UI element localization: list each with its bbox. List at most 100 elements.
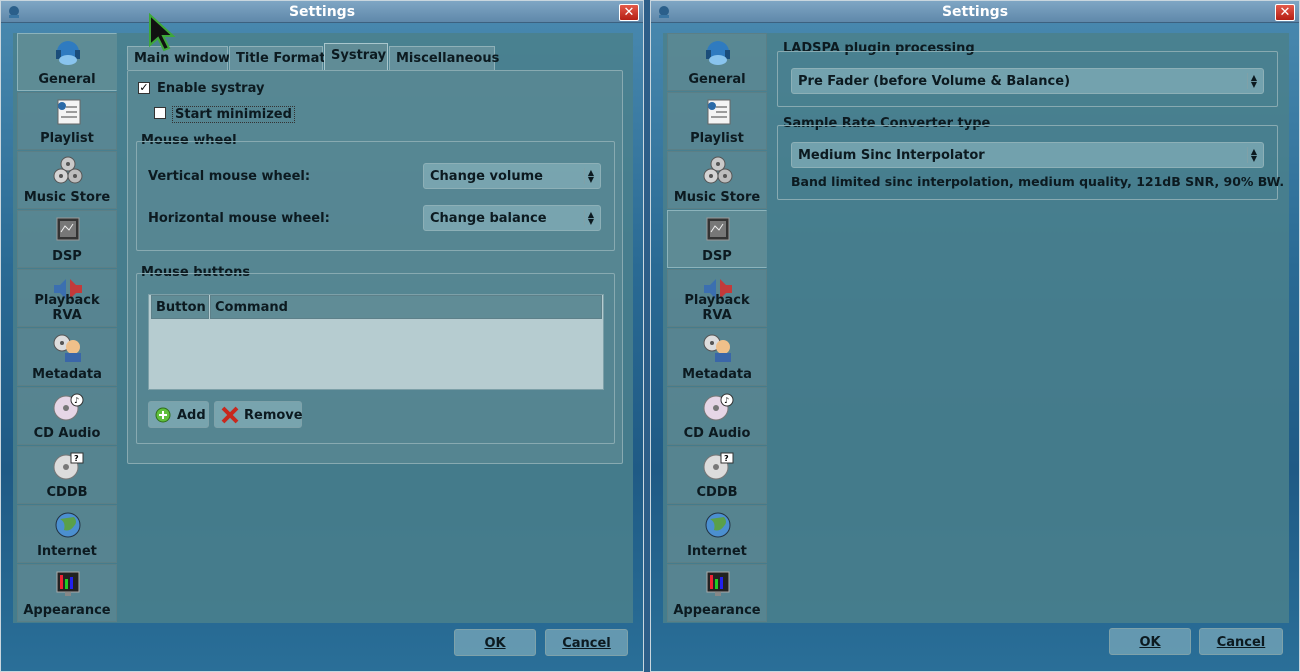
sidebar-item-metadata[interactable]: Metadata [667, 328, 767, 386]
sidebar-item-cddb[interactable]: ? CDDB [17, 446, 117, 504]
sidebar-item-label: CD Audio [33, 426, 101, 441]
metadata-icon [703, 334, 731, 362]
horizontal-wheel-select[interactable]: Change balance ▲ ▼ [423, 205, 601, 231]
sidebar-item-label: Playback RVA [34, 293, 100, 323]
close-button[interactable]: ✕ [1275, 4, 1295, 21]
updown-icon: ▲ ▼ [584, 210, 594, 226]
sidebar-item-music-store[interactable]: Music Store [17, 151, 117, 209]
sidebar-item-playlist[interactable]: Playlist [17, 92, 117, 150]
mouse-buttons-table[interactable]: Button Command [148, 294, 604, 390]
sidebar-item-label: General [38, 72, 96, 87]
sidebar-item-playlist[interactable]: Playlist [667, 92, 767, 150]
enable-systray-checkbox[interactable]: ✓ [138, 82, 150, 94]
general-icon [56, 41, 80, 65]
metadata-icon [53, 334, 81, 362]
window-title: Settings [941, 4, 1009, 20]
sidebar-item-playback-rva[interactable]: Playback RVA [17, 269, 117, 327]
ok-label: OK [484, 636, 506, 651]
dsp-icon [706, 217, 730, 241]
src-group: Medium Sinc Interpolator ▲ ▼ Band limited… [777, 125, 1284, 200]
tab-content: ✓ Enable systray Start minimized Mouse w… [127, 70, 623, 464]
sidebar-item-dsp[interactable]: DSP [667, 210, 767, 268]
sidebar-item-label: CDDB [696, 485, 738, 500]
tab-miscellaneous[interactable]: Miscellaneous [389, 46, 499, 70]
sidebar-item-appearance[interactable]: Appearance [667, 564, 767, 622]
settings-window-right: Settings ✕ General Playlist Music Store … [650, 0, 1300, 672]
settings-panel: General Playlist Music Store DSP Playbac… [13, 33, 633, 623]
cd-audio-icon: ♪ [703, 393, 734, 421]
sidebar-item-general[interactable]: General [17, 33, 117, 91]
sidebar-item-label: Playlist [40, 131, 94, 146]
updown-icon: ▲ ▼ [584, 168, 594, 184]
start-minimized-checkbox[interactable] [154, 107, 166, 119]
cddb-icon: ? [703, 452, 734, 480]
sidebar-item-label: Playlist [690, 131, 744, 146]
sidebar-item-internet[interactable]: Internet [17, 505, 117, 563]
close-button[interactable]: ✕ [619, 4, 639, 21]
vertical-wheel-select[interactable]: Change volume ▲ ▼ [423, 163, 601, 189]
sidebar-item-cd-audio[interactable]: ♪ CD Audio [667, 387, 767, 445]
cancel-label: Cancel [562, 636, 611, 651]
svg-text:♪: ♪ [74, 396, 79, 405]
sidebar-item-general[interactable]: General [667, 33, 767, 91]
sidebar-item-internet[interactable]: Internet [667, 505, 767, 563]
ladspa-select[interactable]: Pre Fader (before Volume & Balance) ▲ ▼ [791, 68, 1264, 94]
ok-button[interactable]: OK [1109, 628, 1191, 655]
sidebar-item-music-store[interactable]: Music Store [667, 151, 767, 209]
remove-button[interactable]: Remove [214, 401, 303, 428]
sidebar-item-label: Metadata [32, 367, 102, 382]
window-title: Settings [288, 4, 356, 20]
internet-icon [55, 512, 81, 538]
ok-button[interactable]: OK [454, 629, 536, 656]
mouse-cursor-icon [149, 13, 176, 52]
appearance-icon [56, 571, 80, 596]
sidebar-item-label: DSP [52, 249, 82, 264]
updown-icon: ▲ ▼ [1247, 147, 1257, 163]
ladspa-group: Pre Fader (before Volume & Balance) ▲ ▼ [777, 51, 1278, 107]
src-description: Band limited sinc interpolation, medium … [791, 174, 1285, 189]
mouse-buttons-group: Button Command Add Remove [136, 273, 615, 444]
sidebar-item-dsp[interactable]: DSP [17, 210, 117, 268]
sidebar-item-metadata[interactable]: Metadata [17, 328, 117, 386]
playlist-icon [707, 99, 731, 125]
tab-systray[interactable]: Systray [324, 43, 388, 71]
cancel-label: Cancel [1216, 635, 1266, 650]
svg-text:?: ? [74, 454, 79, 463]
tab-main-window[interactable]: Main window [127, 46, 230, 70]
cancel-button[interactable]: Cancel [545, 629, 628, 656]
cancel-button[interactable]: Cancel [1199, 628, 1283, 655]
sidebar-item-label: CDDB [46, 485, 88, 500]
src-select[interactable]: Medium Sinc Interpolator ▲ ▼ [791, 142, 1264, 168]
sidebar: General Playlist Music Store DSP Playbac… [667, 33, 767, 623]
enable-systray-label: Enable systray [157, 81, 265, 96]
sidebar-item-cddb[interactable]: ? CDDB [667, 446, 767, 504]
column-header-command[interactable]: Command [210, 295, 602, 319]
general-icon [706, 41, 730, 65]
title-bar[interactable]: Settings ✕ [1, 1, 643, 23]
tab-title-format[interactable]: Title Format [229, 46, 326, 70]
add-button[interactable]: Add [148, 401, 209, 428]
sidebar-item-appearance[interactable]: Appearance [17, 564, 117, 622]
horizontal-wheel-label: Horizontal mouse wheel: [148, 211, 330, 226]
sidebar: General Playlist Music Store DSP Playbac… [17, 33, 117, 623]
sidebar-item-cd-audio[interactable]: ♪ CD Audio [17, 387, 117, 445]
sidebar-item-label: Music Store [23, 190, 111, 205]
sidebar-item-label: Internet [687, 544, 747, 559]
ladspa-value: Pre Fader (before Volume & Balance) [798, 74, 1071, 89]
add-icon [155, 407, 171, 423]
sidebar-item-label: CD Audio [683, 426, 751, 441]
sidebar-item-label: Appearance [23, 603, 111, 618]
horizontal-wheel-value: Change balance [430, 211, 547, 226]
add-label: Add [177, 408, 206, 423]
music-store-icon [703, 156, 733, 184]
svg-text:?: ? [724, 454, 729, 463]
updown-icon: ▲ ▼ [1247, 73, 1257, 89]
sidebar-item-label: General [688, 72, 746, 87]
title-bar[interactable]: Settings ✕ [651, 1, 1299, 23]
src-value: Medium Sinc Interpolator [798, 148, 985, 163]
sidebar-item-playback-rva[interactable]: Playback RVA [667, 269, 767, 327]
dsp-icon [56, 217, 80, 241]
sidebar-item-label: DSP [702, 249, 732, 264]
column-header-button[interactable]: Button [151, 295, 209, 319]
vertical-wheel-value: Change volume [430, 169, 543, 184]
